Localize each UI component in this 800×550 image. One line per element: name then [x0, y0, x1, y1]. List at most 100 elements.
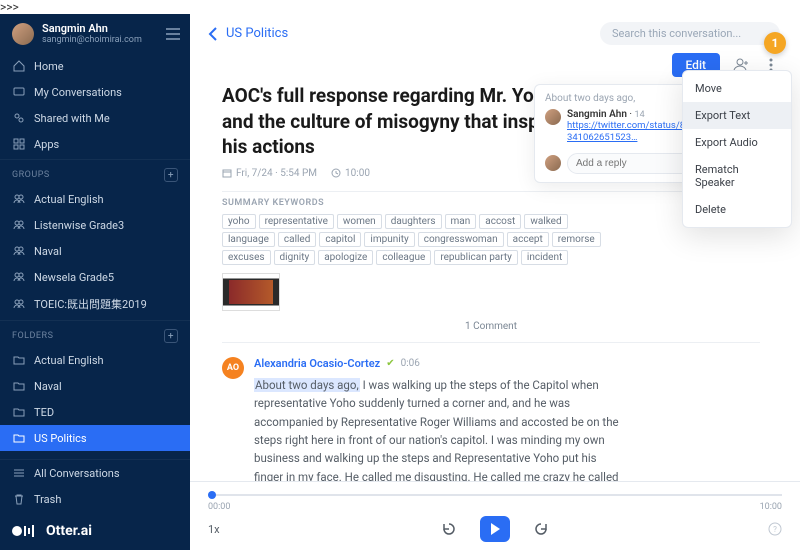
back-icon[interactable] — [208, 27, 218, 41]
trash-icon — [12, 492, 26, 506]
group-item[interactable]: Naval — [0, 238, 190, 264]
group-label: Newsela Grade5 — [34, 271, 114, 284]
search-input[interactable]: Search this conversation... — [600, 22, 780, 45]
nav-my-conversations[interactable]: My Conversations — [0, 79, 190, 105]
search-placeholder: Search this conversation... — [612, 27, 741, 40]
breadcrumb[interactable]: US Politics — [226, 26, 288, 41]
speaker-badge: AO — [222, 357, 244, 379]
sidebar: Sangmin Ahn sangmin@choimirai.com Home M… — [0, 14, 190, 550]
chat-icon — [12, 85, 26, 99]
nav-label: All Conversations — [34, 467, 120, 480]
highlight-text: About two days ago, — [254, 378, 360, 392]
keyword-chip[interactable]: republican party — [434, 250, 518, 265]
section-label: FOLDERS — [12, 331, 53, 341]
keyword-chip[interactable]: women — [337, 214, 382, 229]
keyword-chip[interactable]: accept — [507, 232, 549, 247]
nav-trash[interactable]: Trash — [0, 486, 190, 512]
hamburger-icon[interactable] — [166, 28, 180, 40]
rewind-icon[interactable] — [440, 520, 458, 538]
folder-icon — [12, 405, 26, 419]
calendar-icon — [222, 168, 232, 178]
keyword-chip[interactable]: daughters — [385, 214, 442, 229]
speed-button[interactable]: 1x — [208, 523, 220, 536]
verified-icon: ✔ — [386, 358, 394, 369]
comment-count[interactable]: 1 Comment — [222, 311, 760, 343]
folder-item[interactable]: Actual English — [0, 347, 190, 373]
nav-label: Shared with Me — [34, 112, 110, 125]
speaker-name[interactable]: Alexandria Ocasio-Cortez — [254, 357, 380, 370]
nav-all-conversations[interactable]: All Conversations — [0, 460, 190, 486]
transcript-text[interactable]: About two days ago, I was walking up the… — [254, 376, 624, 481]
brand-text: Otter.ai — [46, 523, 92, 539]
folder-label: Actual English — [34, 354, 104, 367]
nav-apps[interactable]: Apps — [0, 131, 190, 157]
home-icon — [12, 59, 26, 73]
avatar — [12, 23, 34, 45]
time-end: 10:00 — [760, 502, 782, 512]
add-folder-icon[interactable]: + — [164, 329, 178, 343]
group-item[interactable]: Newsela Grade5 — [0, 264, 190, 290]
menu-item[interactable]: Export Text — [683, 102, 791, 129]
add-group-icon[interactable]: + — [164, 168, 178, 182]
svg-text:?: ? — [773, 525, 777, 534]
popover-date: 14 — [635, 110, 645, 120]
stack-icon — [12, 466, 26, 480]
keyword-chip[interactable]: called — [278, 232, 316, 247]
play-button[interactable] — [480, 516, 510, 542]
keywords: yohorepresentativewomendaughtersmanaccos… — [222, 214, 602, 265]
video-thumbnail[interactable] — [222, 273, 280, 311]
group-item[interactable]: Actual English — [0, 186, 190, 212]
folder-item[interactable]: Naval — [0, 373, 190, 399]
forward-icon[interactable] — [532, 520, 550, 538]
popover-link[interactable]: https://twitter.com/status/8634106265152… — [567, 120, 693, 145]
profile-block[interactable]: Sangmin Ahn sangmin@choimirai.com — [0, 14, 190, 53]
help-icon[interactable]: ? — [768, 522, 782, 536]
time-start: 00:00 — [208, 502, 230, 512]
folder-icon — [12, 431, 26, 445]
folder-item[interactable]: US Politics — [0, 425, 190, 451]
folder-label: US Politics — [34, 432, 87, 445]
main: 1 US Politics Search this conversation..… — [190, 14, 800, 550]
keyword-chip[interactable]: language — [222, 232, 275, 247]
keyword-chip[interactable]: remorse — [552, 232, 601, 247]
profile-name: Sangmin Ahn — [42, 22, 142, 35]
track[interactable] — [208, 494, 782, 496]
keyword-chip[interactable]: impunity — [364, 232, 414, 247]
menu-item[interactable]: Move — [683, 75, 791, 102]
timestamp[interactable]: 0:06 — [401, 358, 420, 369]
menu-item[interactable]: Export Audio — [683, 129, 791, 156]
keywords-label: SUMMARY KEYWORDS — [222, 191, 760, 208]
group-item[interactable]: TOEIC:既出問題集2019 — [0, 290, 190, 318]
keyword-chip[interactable]: yoho — [222, 214, 256, 229]
menu-item[interactable]: Delete — [683, 196, 791, 223]
group-item[interactable]: Listenwise Grade3 — [0, 212, 190, 238]
nav-shared[interactable]: Shared with Me — [0, 105, 190, 131]
player: 00:00 10:00 1x ? — [190, 481, 800, 550]
keyword-chip[interactable]: walked — [524, 214, 567, 229]
folder-icon — [12, 379, 26, 393]
mini-avatar — [545, 109, 561, 125]
group-label: Listenwise Grade3 — [34, 219, 124, 232]
keyword-chip[interactable]: accost — [479, 214, 521, 229]
playhead[interactable] — [208, 491, 216, 499]
keyword-chip[interactable]: capitol — [319, 232, 361, 247]
keyword-chip[interactable]: colleague — [376, 250, 431, 265]
keyword-chip[interactable]: excuses — [222, 250, 271, 265]
keyword-chip[interactable]: apologize — [318, 250, 373, 265]
keyword-chip[interactable]: incident — [521, 250, 568, 265]
menu-item[interactable]: Rematch Speaker — [683, 156, 791, 196]
keyword-chip[interactable]: representative — [259, 214, 334, 229]
keyword-chip[interactable]: congresswoman — [418, 232, 504, 247]
keyword-chip[interactable]: man — [445, 214, 477, 229]
doc-duration: 10:00 — [345, 168, 370, 179]
brand: Otter.ai — [0, 512, 190, 550]
folder-item[interactable]: TED — [0, 399, 190, 425]
nav-home[interactable]: Home — [0, 53, 190, 79]
group-icon — [12, 270, 26, 284]
keyword-chip[interactable]: dignity — [274, 250, 316, 265]
section-label: GROUPS — [12, 170, 50, 180]
group-icon — [12, 244, 26, 258]
folder-label: Naval — [34, 380, 62, 393]
transcript-block: AO Alexandria Ocasio-Cortez ✔ 0:06 About… — [222, 343, 760, 481]
group-icon — [12, 218, 26, 232]
